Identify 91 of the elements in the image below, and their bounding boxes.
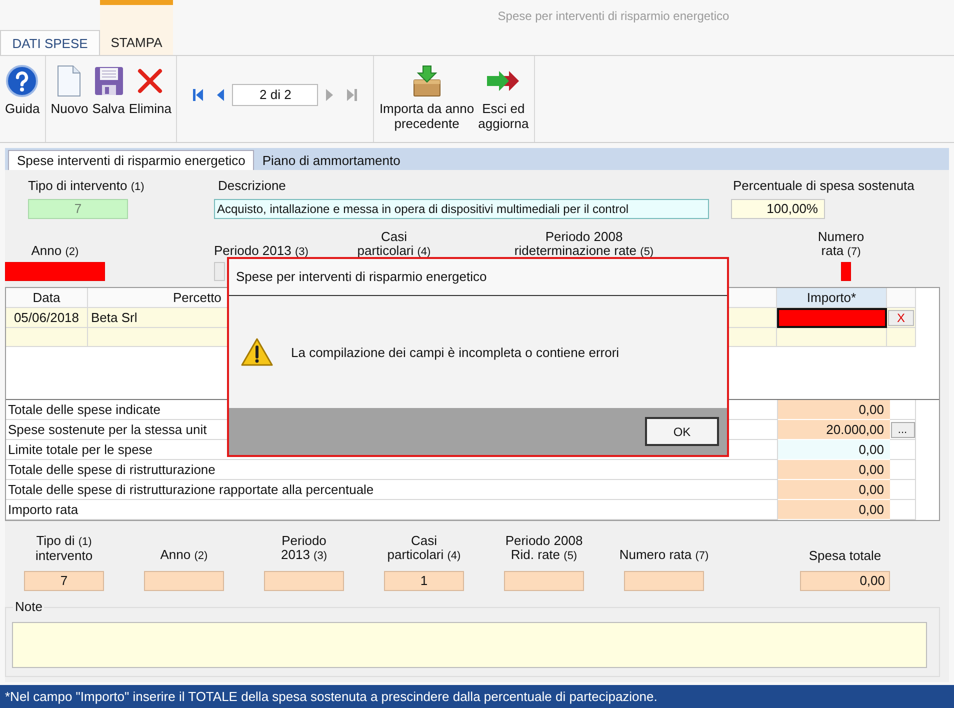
total-label: Totale delle spese di ristrutturazione [6, 460, 778, 480]
ribbon-tab[interactable]: DATI SPESE [0, 30, 100, 55]
reference-number: (1) [130, 181, 144, 193]
form-tab[interactable]: Spese interventi di risparmio energetico [8, 150, 254, 170]
field-label: Tipo di [36, 533, 75, 548]
table-cell[interactable] [777, 328, 887, 347]
table-cell: 05/06/2018 [6, 308, 88, 328]
reference-number: (3) [294, 246, 308, 258]
summary-field: 0,00 [800, 571, 890, 591]
reference-number: (4) [417, 246, 431, 258]
reference-number: (1) [78, 536, 92, 548]
total-value: 0,00 [778, 480, 890, 500]
table-cell [890, 460, 916, 480]
group-title: Note [13, 599, 44, 614]
record-counter-field[interactable]: 2 di 2 [232, 84, 318, 106]
field-label: Periodo 2008 [505, 533, 583, 548]
delete-icon [137, 68, 164, 94]
total-value: 0,00 [778, 500, 890, 520]
dialog-message: La compilazione dei campi è incompleta o contiene errori [291, 344, 620, 360]
field-label: 2013 [281, 547, 310, 562]
dialog-title: Spese per interventi di risparmio energetico [229, 259, 727, 296]
note-field[interactable] [12, 622, 927, 668]
reference-number: (2) [65, 246, 79, 258]
window-title: Spese per interventi di risparmio energetico [496, 8, 730, 25]
field-label: Anno [31, 243, 62, 258]
input-field[interactable] [5, 262, 105, 281]
total-value: 0,00 [778, 440, 890, 460]
reference-number: (5) [640, 246, 654, 258]
field-label: Casi [410, 533, 437, 548]
form-tab[interactable]: Piano di ammortamento [254, 150, 408, 170]
reference-number: (4) [447, 550, 461, 562]
field-label: Rid. rate [510, 547, 560, 562]
field-label: Spesa totale [808, 548, 882, 563]
details-button[interactable]: ... [890, 422, 914, 438]
total-value: 0,00 [778, 400, 890, 420]
last-record-icon [346, 88, 358, 102]
total-value: 20.000,00 [778, 420, 890, 440]
field-label: Percentuale di spesa sostenuta [733, 178, 914, 193]
reference-number: (3) [314, 550, 327, 562]
field-label: Tipo di intervento [28, 178, 128, 193]
save-icon [94, 66, 124, 96]
toolbar-button[interactable]: Elimina [126, 62, 174, 118]
table-cell[interactable] [6, 328, 88, 347]
previous-icon [216, 88, 224, 102]
help-icon [6, 65, 38, 97]
field-label: intervento [35, 548, 93, 563]
field-label: Periodo 2013 [214, 243, 292, 258]
ok-button[interactable]: OK [645, 417, 719, 446]
total-value: 0,00 [778, 460, 890, 480]
toolbar-button[interactable]: Importa da anno precedente [377, 62, 476, 133]
field-label: Periodo 2008 [545, 229, 623, 244]
field-label: rideterminazione rate [514, 243, 637, 258]
toolbar-button[interactable]: Guida [3, 62, 42, 118]
status-bar: *Nel campo "Importo" inserire il TOTALE della spesa sostenuta a prescindere dalla percentuale di partecipazione. [0, 685, 954, 708]
reference-number: (7) [695, 550, 709, 562]
toolbar-button[interactable]: Nuovo [48, 62, 90, 118]
summary-field: 7 [24, 571, 104, 591]
input-field[interactable] [841, 262, 851, 281]
toolbar-button[interactable]: Esci ed aggiorna [476, 62, 531, 133]
field-label: rata [821, 243, 844, 258]
field-label: particolari [387, 547, 444, 562]
ribbon-tab[interactable]: STAMPA [100, 30, 173, 55]
table-cell [890, 480, 916, 500]
first-record-icon [192, 88, 204, 102]
warning-icon [241, 337, 273, 367]
field-label: particolari [357, 243, 414, 258]
field-label: Numero [818, 229, 864, 244]
import-box-icon [412, 65, 442, 97]
summary-field: 1 [384, 571, 464, 591]
reference-number: (5) [564, 550, 578, 562]
document-icon [56, 65, 82, 97]
reference-number: (7) [847, 246, 861, 258]
field-label: Periodo [282, 533, 326, 548]
amount-cell[interactable] [777, 308, 887, 328]
input-field[interactable]: Acquisto, intallazione e messa in opera di dispositivi multimediali per il control [214, 199, 709, 219]
field-label: Anno [160, 547, 191, 562]
total-label: Totale delle spese di ristrutturazione rapportate alla percentuale [6, 480, 778, 500]
field-label: Numero rata [619, 547, 692, 562]
total-label: Importo rata [6, 500, 778, 520]
delete-row-button[interactable]: X [888, 310, 914, 326]
exit-arrows-icon [486, 70, 520, 92]
toolbar-button[interactable]: Salva [90, 62, 127, 118]
next-icon [326, 88, 334, 102]
input-field[interactable] [214, 262, 225, 281]
table-cell [890, 500, 916, 520]
input-field[interactable]: 100,00% [731, 199, 825, 219]
column-header: Importo* [777, 288, 887, 308]
reference-number: (2) [194, 550, 208, 562]
field-label: Descrizione [218, 178, 286, 193]
column-header: Data [6, 288, 88, 308]
field-label: Casi [381, 229, 408, 244]
